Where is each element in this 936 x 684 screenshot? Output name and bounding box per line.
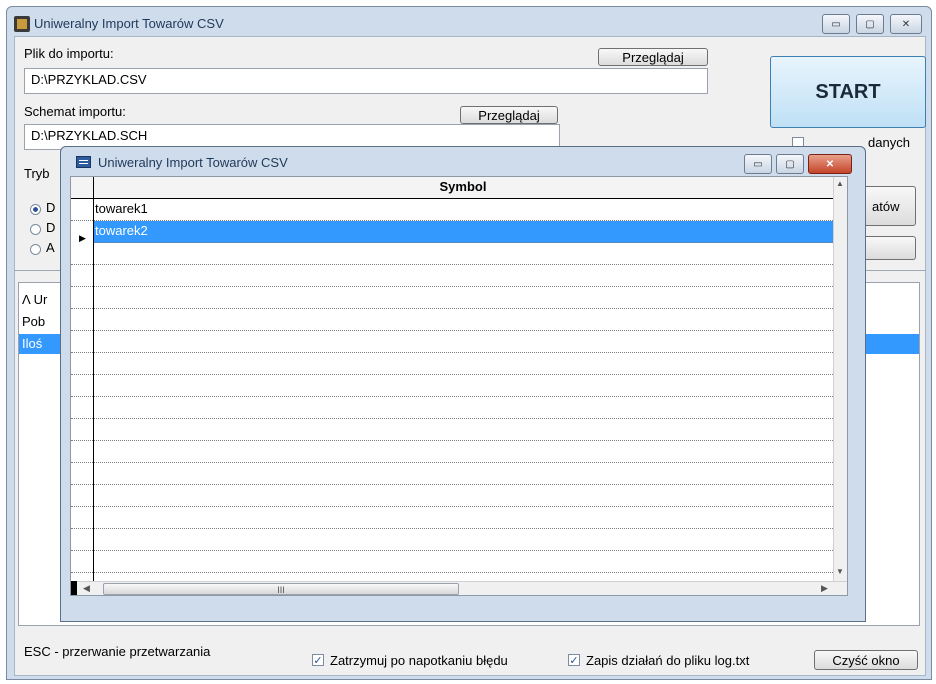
mode-label: Tryb <box>24 166 50 181</box>
cell-symbol: towarek2 <box>95 223 148 238</box>
table-row[interactable] <box>71 375 847 397</box>
stop-on-error-checkbox[interactable]: ✓ <box>312 654 324 667</box>
right-checkbox-label: danych <box>868 135 910 150</box>
browse-schema-button[interactable]: Przeglądaj <box>460 106 558 124</box>
log-line-2: Pob <box>22 314 46 329</box>
import-file-field[interactable]: D:\PRZYKLAD.CSV <box>24 68 708 94</box>
child-window-title: Uniweralny Import Towarów CSV <box>98 155 288 170</box>
table-row[interactable] <box>71 419 847 441</box>
maximize-button[interactable]: ▢ <box>856 14 884 34</box>
table-row[interactable] <box>71 287 847 309</box>
table-row[interactable] <box>71 353 847 375</box>
log-to-file-label: Zapis działań do pliku log.txt <box>586 653 750 668</box>
radio-2-label: D <box>46 220 56 235</box>
table-row[interactable] <box>71 463 847 485</box>
table-row[interactable] <box>71 265 847 287</box>
radio-1[interactable] <box>30 204 41 215</box>
table-row[interactable]: towarek1 <box>71 199 847 221</box>
browse-file-button[interactable]: Przeglądaj <box>598 48 708 66</box>
log-to-file-checkbox[interactable]: ✓ <box>568 654 580 667</box>
child-close-button[interactable]: ✕ <box>808 154 852 174</box>
child-maximize-button[interactable]: ▢ <box>776 154 804 174</box>
scroll-right-icon[interactable]: ▶ <box>821 583 828 594</box>
child-minimize-button[interactable]: ▭ <box>744 154 772 174</box>
minimize-button[interactable]: ▭ <box>822 14 850 34</box>
start-button[interactable]: START <box>770 56 926 128</box>
table-row[interactable] <box>71 507 847 529</box>
scroll-up-icon[interactable]: ▲ <box>836 179 844 188</box>
indicator-column-border <box>93 177 94 595</box>
radio-1-label: D <box>46 200 56 215</box>
main-window-title: Uniweralny Import Towarów CSV <box>34 16 224 31</box>
app-icon <box>14 16 30 32</box>
table-row[interactable] <box>71 331 847 353</box>
schema-label: Schemat importu: <box>24 104 126 119</box>
table-row[interactable] <box>71 309 847 331</box>
vertical-scrollbar[interactable] <box>833 177 847 581</box>
right-button[interactable]: atów <box>862 186 916 226</box>
current-row-indicator-icon: ▶ <box>79 233 86 243</box>
esc-hint: ESC - przerwanie przetwarzania <box>24 644 211 659</box>
data-grid[interactable]: Symbol towarek1 towarek2 ▶ ▲ ▼ ◀ III ▶ <box>70 176 848 596</box>
scroll-left-icon[interactable]: ◀ <box>83 583 90 594</box>
radio-3-label: A <box>46 240 55 255</box>
radio-3[interactable] <box>30 244 41 255</box>
import-file-label: Plik do importu: <box>24 46 114 61</box>
table-row[interactable] <box>71 397 847 419</box>
horizontal-scroll-thumb[interactable]: III <box>103 583 459 595</box>
stop-on-error-label: Zatrzymuj po napotkaniu błędu <box>330 653 508 668</box>
table-row[interactable] <box>71 441 847 463</box>
table-row[interactable] <box>71 551 847 573</box>
right-small-button[interactable] <box>862 236 916 260</box>
grid-corner-marker <box>71 581 77 595</box>
clear-window-button[interactable]: Czyść okno <box>814 650 918 670</box>
radio-2[interactable] <box>30 224 41 235</box>
table-row[interactable] <box>71 485 847 507</box>
scroll-down-icon[interactable]: ▼ <box>836 567 844 576</box>
table-row[interactable]: towarek2 <box>94 221 833 243</box>
grid-window-icon <box>76 156 91 168</box>
table-row[interactable] <box>71 529 847 551</box>
table-row[interactable] <box>71 243 847 265</box>
cell-symbol: towarek1 <box>95 201 148 216</box>
close-button[interactable]: ✕ <box>890 14 922 34</box>
log-line-1: Λ Ur <box>22 292 48 307</box>
column-header-symbol[interactable]: Symbol <box>93 179 833 194</box>
log-line-3: Iloś <box>22 336 43 351</box>
